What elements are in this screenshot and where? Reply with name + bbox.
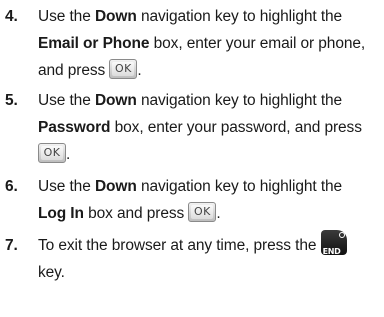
ok-key-label: OK <box>41 146 63 161</box>
field-name-email-or-phone: Email or Phone <box>38 35 150 52</box>
step-text-segment: and press <box>38 62 110 79</box>
step-text-segment: box and press <box>83 205 189 222</box>
step-text-segment: Use the <box>38 178 95 195</box>
step-text-segment: . <box>66 146 71 163</box>
step-text-segment: . <box>216 205 221 222</box>
field-name-log-in: Log In <box>38 205 84 222</box>
step-text-segment: navigation key to highlight the <box>136 178 343 195</box>
step-text-segment: key. <box>38 264 65 281</box>
ok-key-icon: OK <box>38 143 66 164</box>
step-text: Use the Down navigation key to highlight… <box>38 173 384 227</box>
step-number: 4. <box>5 8 18 25</box>
field-name-password: Password <box>38 119 111 136</box>
end-key-icon: END <box>320 230 347 256</box>
instruction-page: 4. Use the Down navigation key to highli… <box>0 0 384 317</box>
step-number: 5. <box>5 92 18 109</box>
power-icon <box>338 232 345 239</box>
step-text-segment: navigation key to highlight the <box>136 8 343 25</box>
step-number: 6. <box>5 178 18 195</box>
end-key-label: END <box>322 247 341 257</box>
step-text-segment: . <box>137 62 142 79</box>
ok-key-icon: OK <box>188 202 217 223</box>
key-name-down: Down <box>94 8 137 25</box>
ok-key-icon: OK <box>109 59 138 80</box>
step-text-segment: box, enter your email or phone, <box>149 35 366 52</box>
step-text-segment: Use the <box>38 92 95 109</box>
step-text-segment: To exit the browser at any time, press t… <box>38 237 321 254</box>
step-number: 7. <box>5 237 18 254</box>
step-text-segment: box, enter your password, and press <box>110 119 362 136</box>
step-text-segment: navigation key to highlight the <box>136 92 343 109</box>
key-name-down: Down <box>94 178 137 195</box>
step-text: Use the Down navigation key to highlight… <box>38 87 384 168</box>
step-text: To exit the browser at any time, press t… <box>38 230 384 286</box>
step-text-segment: Use the <box>38 8 95 25</box>
ok-key-label: OK <box>191 205 214 220</box>
key-name-down: Down <box>94 92 137 109</box>
ok-key-label: OK <box>112 62 135 77</box>
step-text: Use the Down navigation key to highlight… <box>38 3 384 84</box>
